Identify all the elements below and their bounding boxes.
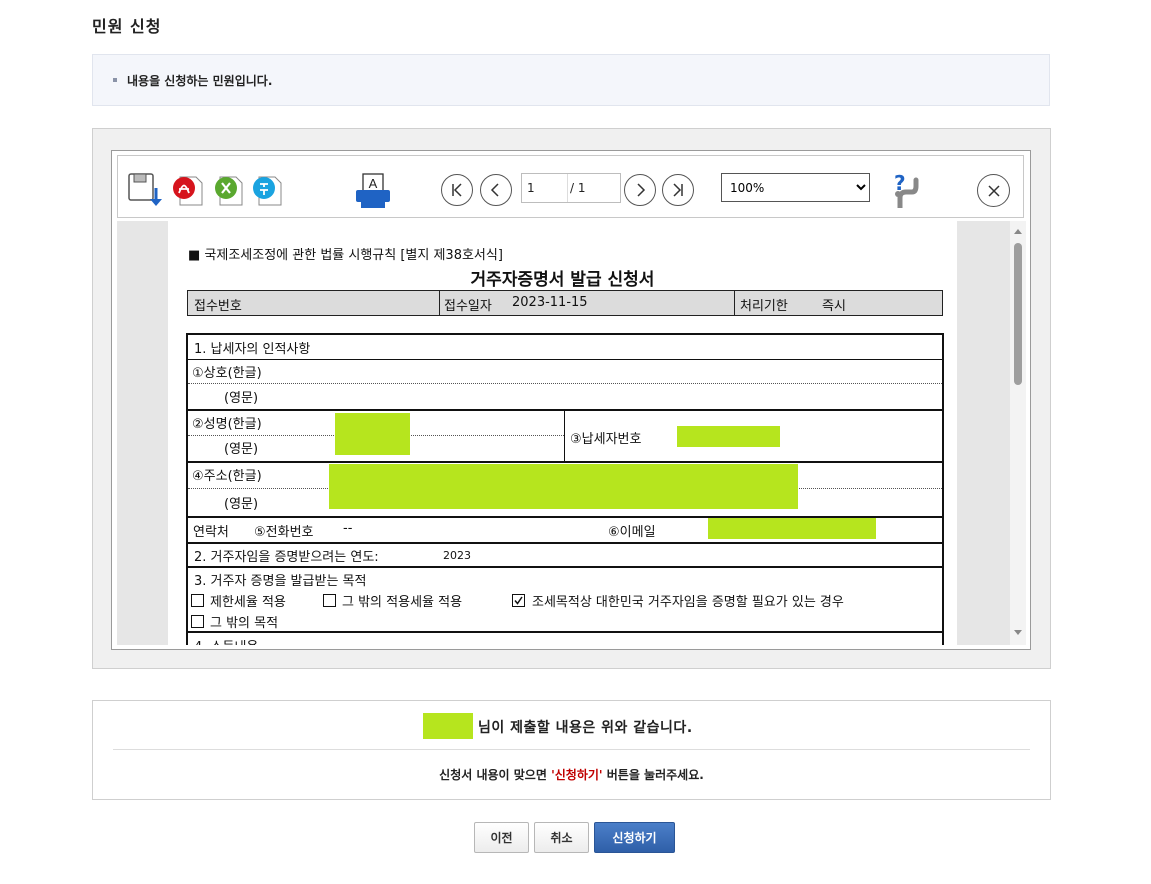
page-title: 민원 신청 <box>92 17 162 36</box>
scroll-thumb[interactable] <box>1014 243 1022 385</box>
first-page-button[interactable] <box>441 174 473 206</box>
redacted-taxpayer-no <box>677 426 780 447</box>
last-page-icon <box>673 183 683 197</box>
taxpayer-no-label: ③납세자번호 <box>570 432 642 447</box>
phone-value: -- <box>343 521 353 536</box>
submit-hint: 신청서 내용이 맞으면 '신청하기' 버튼을 눌러주세요. <box>93 766 1050 783</box>
bullet-icon <box>113 78 117 82</box>
opt4-checkbox[interactable] <box>191 615 204 628</box>
excel-icon[interactable] <box>212 174 246 208</box>
receipt-row: 접수번호 접수일자 2023-11-15 처리기한 즉시 <box>187 290 943 316</box>
opt3-label: 조세목적상 대한민국 거주자임을 증명할 필요가 있는 경우 <box>532 595 844 610</box>
cancel-button[interactable]: 취소 <box>534 822 589 853</box>
scroll-down-icon[interactable] <box>1010 627 1026 639</box>
next-page-button[interactable] <box>624 174 656 206</box>
phone-label: ⑤전화번호 <box>254 525 314 540</box>
submit-hint-pre: 신청서 내용이 맞으면 <box>439 768 552 782</box>
opt1-label: 제한세율 적용 <box>210 595 286 610</box>
contact-label: 연락처 <box>193 525 229 540</box>
opt1-checkbox[interactable] <box>191 594 204 607</box>
redacted-email <box>708 518 876 539</box>
save-icon[interactable] <box>127 172 162 206</box>
last-page-button[interactable] <box>662 174 694 206</box>
redacted-address <box>329 464 798 509</box>
document-area[interactable]: ■ 국제조세조정에 관한 법률 시행규칙 [별지 제38호서식] 거주자증명서 … <box>117 221 1010 645</box>
prev-page-button[interactable] <box>480 174 512 206</box>
redacted-applicant-name <box>423 713 473 739</box>
page-total: / 1 <box>570 181 586 195</box>
section2-title: 2. 거주자임을 증명받으려는 연도: <box>194 550 379 565</box>
redacted-name <box>335 413 410 455</box>
first-page-icon <box>452 183 462 197</box>
opt3-checkbox[interactable] <box>512 594 525 607</box>
section1-title: 1. 납세자의 인적사항 <box>194 342 311 357</box>
receipt-no-label: 접수번호 <box>194 299 242 314</box>
email-label: ⑥이메일 <box>608 525 656 540</box>
check-icon <box>514 596 523 605</box>
next-page-icon <box>637 183 646 197</box>
prev-button[interactable]: 이전 <box>474 822 529 853</box>
section4-title: 4. 소득내용 <box>194 636 258 645</box>
print-icon[interactable]: A <box>354 172 390 208</box>
scroll-up-icon[interactable] <box>1010 225 1026 237</box>
apply-button[interactable]: 신청하기 <box>594 822 675 853</box>
notice-text: 내용을 신청하는 민원입니다. <box>127 74 273 88</box>
document-page: ■ 국제조세조정에 관한 법률 시행규칙 [별지 제38호서식] 거주자증명서 … <box>168 221 957 645</box>
zoom-select[interactable]: 100% <box>721 173 870 202</box>
close-viewer-button[interactable] <box>977 174 1010 207</box>
name-english-label: (영문) <box>224 442 259 457</box>
svg-text:A: A <box>369 176 378 191</box>
process-label: 처리기한 <box>740 299 788 314</box>
name-label: ②성명(한글) <box>192 417 262 432</box>
page-number-field[interactable]: 1 / 1 <box>521 173 621 203</box>
hwp-icon[interactable] <box>251 174 285 208</box>
notice-box: 내용을 신청하는 민원입니다. <box>92 54 1050 106</box>
receipt-date: 2023-11-15 <box>512 295 588 310</box>
prev-page-icon <box>490 183 499 197</box>
trade-name-english-label: (영문) <box>224 391 259 406</box>
submit-hint-emphasis: '신청하기' <box>551 768 603 782</box>
close-icon <box>987 184 1000 197</box>
submit-summary: 님이 제출할 내용은 위와 같습니다. 신청서 내용이 맞으면 '신청하기' 버… <box>92 700 1051 800</box>
trade-name-label: ①상호(한글) <box>192 366 262 381</box>
process-value: 즉시 <box>822 299 846 314</box>
help-icon[interactable]: ? <box>886 171 922 211</box>
address-english-label: (영문) <box>224 497 259 512</box>
page-current[interactable]: 1 <box>527 181 535 195</box>
certificate-year: 2023 <box>443 549 471 562</box>
pdf-icon[interactable] <box>172 174 206 208</box>
address-label: ④주소(한글) <box>192 469 262 484</box>
section3-title: 3. 거주자 증명을 발급받는 목적 <box>194 574 367 589</box>
submit-statement: 님이 제출할 내용은 위와 같습니다. <box>478 720 693 736</box>
form-reference: ■ 국제조세조정에 관한 법률 시행규칙 [별지 제38호서식] <box>188 248 503 263</box>
receipt-date-label: 접수일자 <box>444 299 492 314</box>
opt2-label: 그 밖의 적용세율 적용 <box>342 595 463 610</box>
opt4-label: 그 밖의 목적 <box>210 616 279 631</box>
document-title: 거주자증명서 발급 신청서 <box>470 270 655 290</box>
opt2-checkbox[interactable] <box>323 594 336 607</box>
submit-hint-post: 버튼을 눌러주세요. <box>602 768 704 782</box>
